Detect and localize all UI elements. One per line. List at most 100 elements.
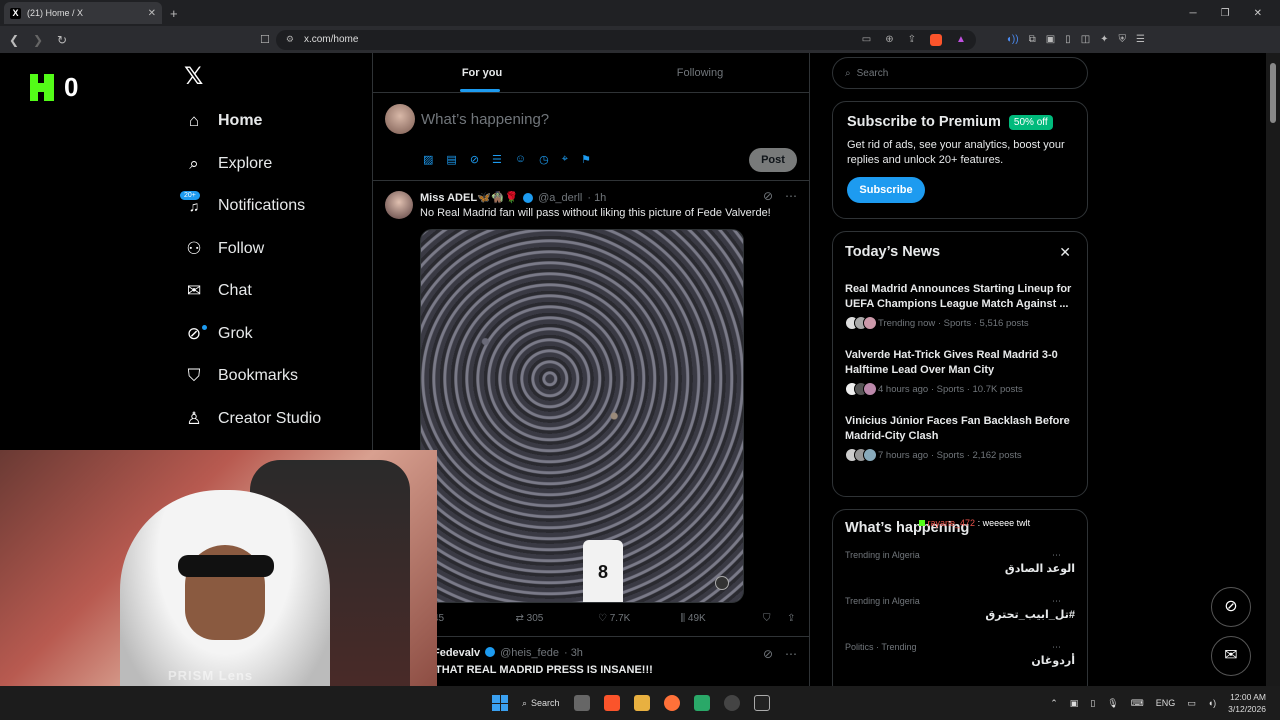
scrollbar[interactable] <box>1266 53 1280 686</box>
avatar[interactable] <box>385 191 413 219</box>
poll-icon[interactable]: ☰ <box>492 153 502 166</box>
window-close-icon[interactable]: ✕ <box>1254 8 1262 19</box>
more-icon[interactable]: ⋯ <box>785 189 797 203</box>
keyboard-icon[interactable]: ⌨ <box>1131 698 1144 709</box>
scrollbar-thumb[interactable] <box>1270 63 1276 123</box>
more-icon[interactable]: ⋯ <box>1052 550 1061 561</box>
share-icon[interactable]: ⇪ <box>787 613 803 624</box>
maximize-icon[interactable]: ❐ <box>1221 8 1230 19</box>
url-field[interactable]: ⚙ x.com/home ▭ ⊕ ⇪ ▲ <box>275 29 976 50</box>
messages-fab-button[interactable]: ✉ <box>1211 636 1251 676</box>
share-icon[interactable]: ⇪ <box>908 34 916 46</box>
screenshot-icon[interactable]: ▣ <box>1046 34 1055 45</box>
grok-fab-button[interactable]: ⊘ <box>1211 587 1251 627</box>
audio-icon[interactable]: ◖)) <box>1006 34 1019 45</box>
x-logo-icon[interactable]: 𝕏 <box>184 62 203 91</box>
nav-follow[interactable]: ⚇ Follow <box>184 228 364 271</box>
new-tab-button[interactable]: + <box>170 6 178 21</box>
language-indicator[interactable]: ENG <box>1156 698 1176 708</box>
grok-icon[interactable]: ⊘ <box>763 189 773 203</box>
volume-icon[interactable]: ◖) <box>1208 698 1216 708</box>
nav-grok[interactable]: ⊘ Grok <box>184 313 364 356</box>
emoji-icon[interactable]: ☺ <box>515 153 526 166</box>
zoom-icon[interactable]: ⊕ <box>885 34 893 46</box>
image-icon[interactable]: ▨ <box>423 153 433 166</box>
network-icon[interactable]: ▭ <box>1187 698 1196 709</box>
tweet-time[interactable]: · 1h <box>587 192 606 204</box>
trend-item[interactable]: Trending in Algeria ⋯ #تل_ابيب_تحترق <box>845 596 1075 628</box>
avatar[interactable] <box>385 104 415 134</box>
back-icon[interactable]: ❮ <box>4 33 24 47</box>
gif-icon[interactable]: ▤ <box>446 153 456 166</box>
more-icon[interactable]: ⋯ <box>1052 642 1061 653</box>
tweet[interactable]: Miss ADEL🦋🧌🌹 @a_derll · 1h ⊘ ⋯ No Real M… <box>373 181 809 637</box>
flag-icon[interactable]: ⚑ <box>581 153 591 166</box>
vpn-icon[interactable]: ⛨ <box>1119 34 1127 45</box>
tweet-handle[interactable]: @heis_fede <box>500 647 559 659</box>
microphone-icon[interactable]: 🎙 <box>1107 698 1118 709</box>
windows-start-icon[interactable] <box>492 695 508 711</box>
task-view-icon[interactable] <box>573 695 590 711</box>
sidebar-icon[interactable]: ▯ <box>1065 34 1071 45</box>
trend-item[interactable]: Politics · Trending ⋯ أردوغان <box>845 642 1075 674</box>
taskbar-search[interactable]: ⌕ Search <box>522 698 560 709</box>
extensions-icon[interactable]: ⧉ <box>1029 34 1036 45</box>
retweet-button[interactable]: ⇄ 305 <box>516 613 599 624</box>
nav-creator-studio[interactable]: ♙ Creator Studio <box>184 398 364 441</box>
forward-icon[interactable]: ❯ <box>28 33 48 47</box>
location-icon[interactable]: ⌖ <box>562 153 568 166</box>
wallet-icon[interactable]: ◫ <box>1081 34 1090 45</box>
browser-tab[interactable]: X (21) Home / X ✕ <box>4 2 162 24</box>
like-button[interactable]: ♡ 7.7K <box>598 613 681 624</box>
reply-button[interactable]: 45 <box>433 613 516 624</box>
rewards-icon[interactable]: ▲ <box>956 34 966 46</box>
file-explorer-icon[interactable] <box>633 695 650 711</box>
menu-icon[interactable]: ☰ <box>1136 34 1145 45</box>
post-button[interactable]: Post <box>749 148 797 172</box>
obs-icon[interactable] <box>723 695 740 711</box>
tab-for-you[interactable]: For you <box>373 53 591 92</box>
firefox-icon[interactable] <box>663 695 680 711</box>
nav-bookmarks[interactable]: ⛉ Bookmarks <box>184 355 364 398</box>
news-item[interactable]: Valverde Hat-Trick Gives Real Madrid 3-0… <box>845 348 1075 396</box>
nav-home[interactable]: ⌂ Home <box>184 100 364 143</box>
brave-icon[interactable] <box>603 695 620 711</box>
reload-icon[interactable]: ↻ <box>52 33 72 47</box>
brave-shield-icon[interactable] <box>929 33 942 46</box>
tab-following[interactable]: Following <box>591 53 809 92</box>
bookmark-page-icon[interactable]: ☐ <box>260 33 270 46</box>
bookmark-icon[interactable]: ⛉ <box>763 613 787 624</box>
cast-icon[interactable]: ▭ <box>862 34 871 46</box>
site-settings-icon[interactable]: ⚙ <box>286 34 294 45</box>
search-input[interactable]: ⌕ Search <box>832 57 1088 89</box>
news-item[interactable]: Real Madrid Announces Starting Lineup fo… <box>845 282 1075 330</box>
tweet-handle[interactable]: @a_derll <box>538 192 582 204</box>
app-icon[interactable] <box>693 695 710 711</box>
tweet-author[interactable]: Fedevalv <box>433 647 480 659</box>
media-icon[interactable] <box>715 576 729 590</box>
tray-app-icon[interactable]: ▣ <box>1070 698 1079 709</box>
tweet-time[interactable]: · 3h <box>564 647 583 659</box>
grok-icon[interactable]: ⊘ <box>763 647 773 661</box>
trend-item[interactable]: Trending in Algeria ⋯ الوعد الصادق <box>845 550 1075 582</box>
clock[interactable]: 12:00 AM 3/12/2026 <box>1228 691 1266 715</box>
capcut-icon[interactable] <box>753 695 770 711</box>
compose-input[interactable]: What’s happening? <box>421 111 549 128</box>
tray-usb-icon[interactable]: ▯ <box>1090 698 1095 709</box>
nav-explore[interactable]: ⌕ Explore <box>184 143 364 186</box>
schedule-icon[interactable]: ◷ <box>539 153 549 166</box>
subscribe-button[interactable]: Subscribe <box>847 177 925 203</box>
more-icon[interactable]: ⋯ <box>785 647 797 661</box>
nav-chat[interactable]: ✉ Chat <box>184 270 364 313</box>
tab-close-icon[interactable]: ✕ <box>148 8 156 19</box>
leo-icon[interactable]: ✦ <box>1100 34 1108 45</box>
more-icon[interactable]: ⋯ <box>1052 596 1061 607</box>
tweet[interactable]: Fedevalv @heis_fede · 3h ⊘ ⋯ THAT REAL M… <box>373 637 809 686</box>
minimize-icon[interactable]: ─ <box>1190 8 1197 19</box>
grok-icon[interactable]: ⊘ <box>470 153 479 166</box>
chevron-up-icon[interactable]: ⌃ <box>1050 698 1058 709</box>
news-item[interactable]: Vinícius Júnior Faces Fan Backlash Befor… <box>845 414 1075 462</box>
close-icon[interactable]: ✕ <box>1059 244 1071 261</box>
nav-notifications[interactable]: 20+ ♫ Notifications <box>180 185 364 228</box>
tweet-author[interactable]: Miss ADEL🦋🧌🌹 <box>420 191 518 204</box>
